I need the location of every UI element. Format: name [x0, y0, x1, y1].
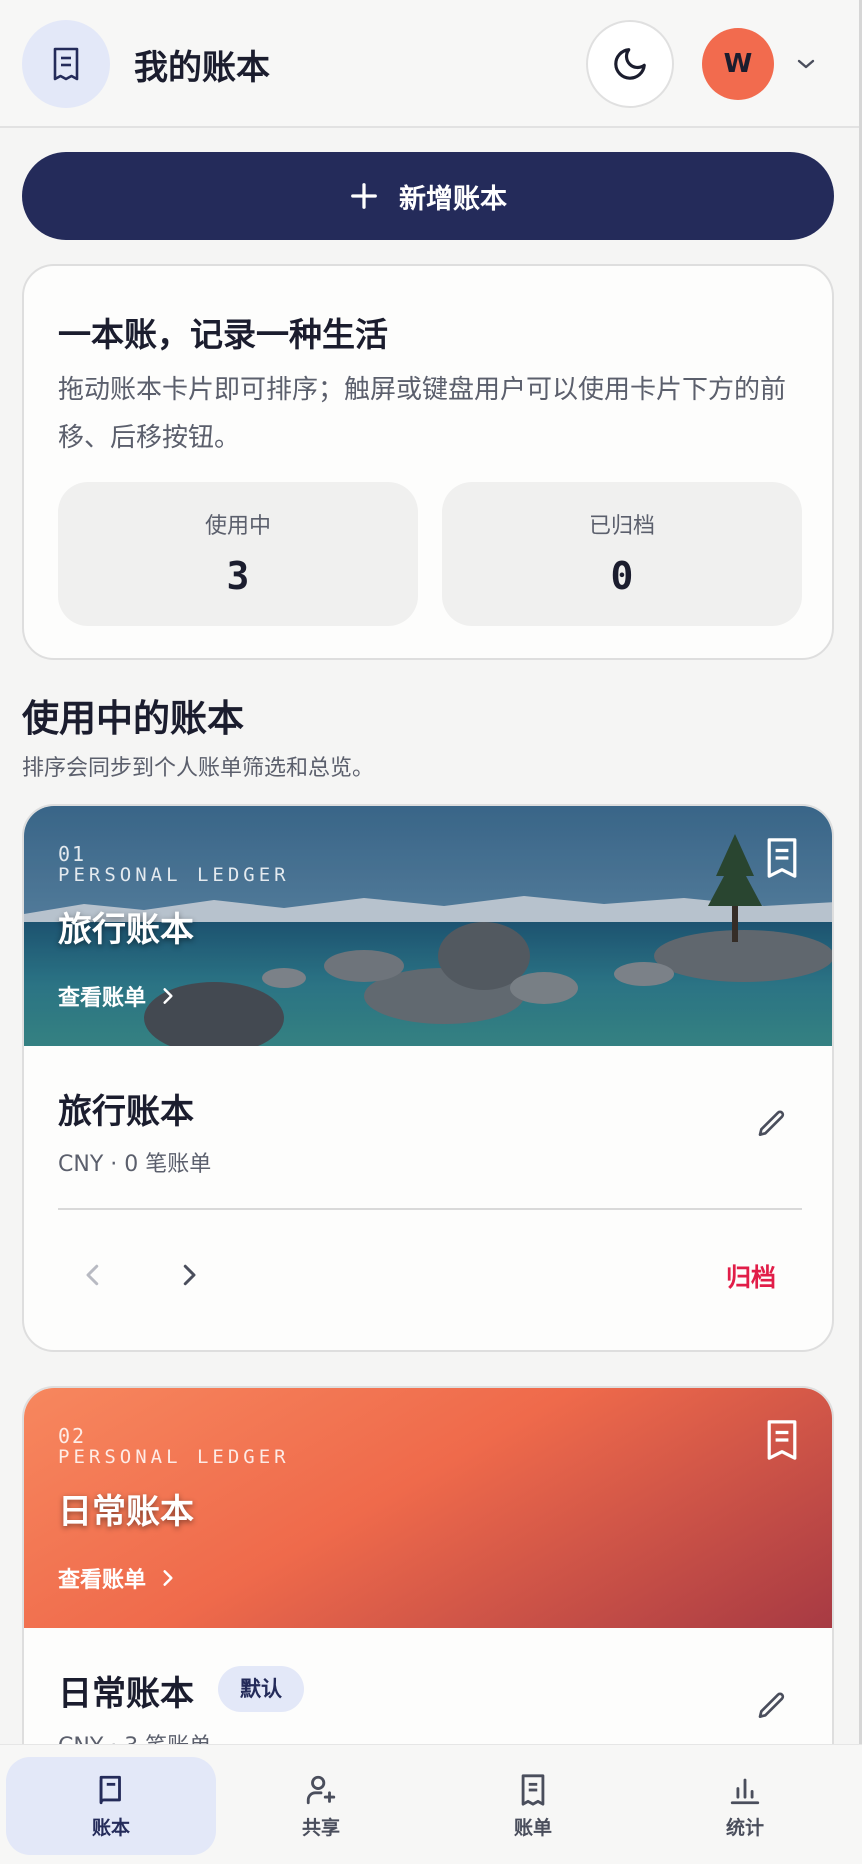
edit-ledger-button[interactable]	[756, 1690, 788, 1726]
edit-ledger-button[interactable]	[756, 1108, 788, 1144]
book-icon	[99, 1775, 121, 1804]
intro-card: 一本账，记录一种生活 拖动账本卡片即可排序；触屏或键盘用户可以使用卡片下方的前移…	[22, 264, 834, 660]
page-title: 我的账本	[134, 48, 270, 88]
nav-label: 账本	[91, 1816, 130, 1839]
ledger-index: 02	[58, 1424, 87, 1448]
new-ledger-button[interactable]: 新增账本	[22, 152, 834, 240]
nav-item-stats[interactable]: 统计	[640, 1757, 850, 1855]
nav-label: 账单	[513, 1816, 552, 1839]
ledger-name: 日常账本	[58, 1674, 194, 1714]
receipt-icon	[766, 836, 798, 884]
divider	[58, 1208, 802, 1210]
pencil-icon	[758, 1110, 785, 1136]
nav-label: 共享	[301, 1816, 340, 1839]
receipt-icon	[521, 1773, 545, 1806]
nav-item-ledgers[interactable]: 账本	[6, 1757, 216, 1855]
stat-label: 使用中	[204, 514, 271, 539]
nav-item-share[interactable]: 共享	[216, 1757, 426, 1855]
user-plus-icon	[306, 1775, 336, 1804]
intro-description: 拖动账本卡片即可排序；触屏或键盘用户可以使用卡片下方的前移、后移按钮。	[58, 375, 787, 453]
chevron-left-icon	[86, 1264, 99, 1286]
archive-button[interactable]: 归档	[726, 1258, 776, 1294]
receipt-icon	[766, 1418, 798, 1466]
chevron-right-icon	[163, 988, 173, 1004]
default-badge: 默认	[218, 1666, 304, 1712]
app-header: 我的账本 W	[0, 0, 859, 128]
view-bills-label: 查看账单	[58, 1568, 147, 1593]
section-subtitle: 排序会同步到个人账单筛选和总览。	[22, 756, 375, 781]
ledger-banner-name: 日常账本	[58, 1492, 194, 1532]
stat-label: 已归档	[588, 514, 655, 539]
ledger-card[interactable]: 01 PERSONAL LEDGER 旅行账本 查看账单 旅行账本 CNY · …	[22, 804, 834, 1352]
ledger-name: 旅行账本	[58, 1092, 194, 1132]
bottom-nav: 账本 共享 账单 统计	[0, 1744, 862, 1864]
pencil-icon	[758, 1692, 785, 1718]
stat-archived: 已归档 0	[442, 482, 802, 626]
ledger-banner-name: 旅行账本	[58, 910, 194, 950]
view-bills-link[interactable]: 查看账单	[58, 980, 178, 1012]
ledger-banner-daily[interactable]: 02 PERSONAL LEDGER 日常账本 查看账单	[24, 1388, 832, 1628]
move-prev-button[interactable]	[78, 1260, 108, 1294]
new-ledger-label: 新增账本	[399, 183, 507, 215]
stat-value: 3	[226, 554, 250, 598]
theme-toggle-button[interactable]	[586, 20, 674, 108]
nav-label: 统计	[725, 1816, 764, 1839]
avatar[interactable]: W	[702, 28, 774, 100]
plus-icon	[351, 183, 377, 209]
section-title: 使用中的账本	[22, 697, 244, 740]
receipt-icon	[22, 20, 110, 108]
chevron-right-icon	[163, 1570, 173, 1586]
stat-value: 0	[610, 554, 634, 598]
chevron-down-icon[interactable]	[794, 52, 818, 80]
ledger-banner-travel[interactable]: 01 PERSONAL LEDGER 旅行账本 查看账单	[24, 806, 832, 1046]
moon-icon	[614, 48, 646, 80]
chevron-right-icon	[183, 1264, 196, 1286]
view-bills-link[interactable]: 查看账单	[58, 1562, 178, 1594]
ledger-tag: PERSONAL LEDGER	[58, 864, 290, 886]
view-bills-label: 查看账单	[58, 986, 147, 1011]
ledger-tag: PERSONAL LEDGER	[58, 1446, 290, 1468]
stat-active: 使用中 3	[58, 482, 418, 626]
ledger-index: 01	[58, 842, 87, 866]
ledger-card[interactable]: 02 PERSONAL LEDGER 日常账本 查看账单 日常账本 默认 CNY…	[22, 1386, 834, 1806]
intro-title: 一本账，记录一种生活	[58, 315, 388, 354]
nav-item-bills[interactable]: 账单	[428, 1757, 638, 1855]
ledger-meta: CNY · 0 笔账单	[58, 1152, 212, 1177]
bar-chart-icon	[730, 1778, 760, 1804]
move-next-button[interactable]	[174, 1260, 204, 1294]
